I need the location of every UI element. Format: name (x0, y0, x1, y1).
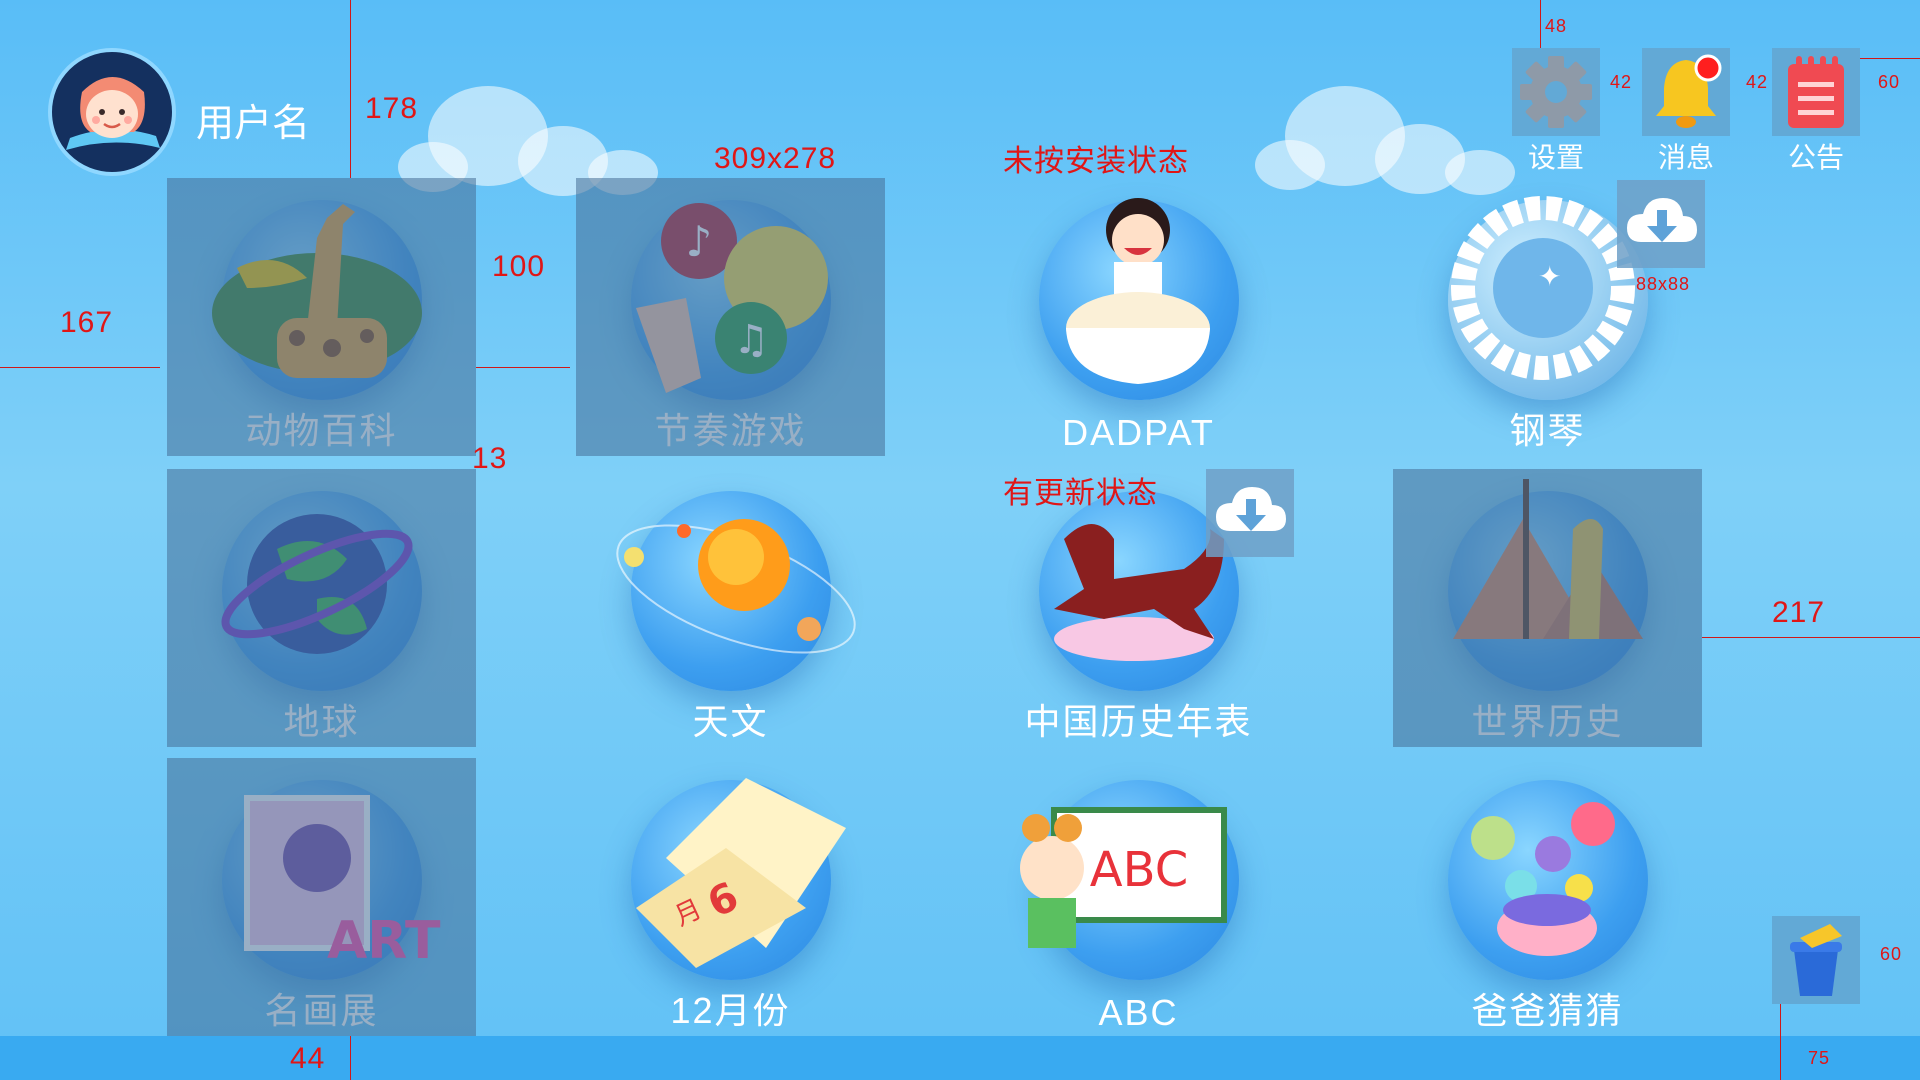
annotation-col-gap: 100 (492, 250, 546, 283)
svg-text:✦: ✦ (1538, 260, 1561, 293)
annotation-bin-right: 60 (1880, 944, 1903, 964)
globe-icon (221, 514, 413, 654)
annotation-icon-gap-1: 42 (1610, 72, 1633, 92)
svg-text:ABC: ABC (1090, 842, 1188, 898)
cloud-download-icon (1216, 487, 1286, 531)
guide-line (1540, 0, 1541, 48)
bell-icon (1656, 54, 1722, 128)
app-tile-animals[interactable]: 动物百科 (167, 178, 476, 456)
guide-line (476, 367, 570, 368)
annotation-bin-bottom: 75 (1808, 1048, 1831, 1068)
notice-button[interactable] (1772, 48, 1860, 136)
annotation-tile-size: 309x278 (714, 142, 837, 175)
settings-label: 设置 (1527, 142, 1584, 173)
app-tile-guess[interactable]: 爸爸猜猜 (1393, 758, 1702, 1036)
app-label: 12月份 (670, 990, 791, 1031)
annotation-right-top: 60 (1878, 72, 1901, 92)
pyramid-icon (1453, 479, 1643, 639)
settings-button[interactable] (1512, 48, 1600, 136)
cloud-left (398, 84, 668, 196)
app-label: 节奏游戏 (654, 410, 807, 451)
svg-text:ART: ART (327, 911, 441, 971)
app-tile-abc[interactable]: ABC ABC (984, 758, 1293, 1036)
svg-text:♪: ♪ (686, 217, 713, 266)
app-label: 钢琴 (1509, 410, 1586, 451)
annotation-avatar-gap: 178 (365, 92, 419, 125)
annotation-has-update: 有更新状态 (1003, 477, 1158, 510)
annotation-left-margin: 167 (60, 306, 114, 339)
app-label: 天文 (692, 701, 769, 742)
annotation-not-installed: 未按安装状态 (1003, 145, 1189, 178)
app-tile-rhythm[interactable]: ♪ ♫ 节奏游戏 (576, 178, 885, 456)
app-tile-astronomy[interactable]: 天文 (576, 469, 885, 747)
cloud-right (1255, 84, 1525, 195)
app-label: 爸爸猜猜 (1471, 990, 1624, 1031)
app-tile-months[interactable]: 6 月 12月份 (576, 758, 885, 1036)
gear-icon (1520, 56, 1592, 128)
guide-line (350, 0, 351, 178)
user-avatar[interactable] (48, 48, 176, 176)
svg-text:♫: ♫ (733, 317, 769, 363)
unread-badge (1694, 54, 1722, 82)
app-tile-world-history[interactable]: 世界历史 (1393, 469, 1702, 747)
annotation-download-size: 88x88 (1636, 274, 1691, 294)
annotation-top-margin: 48 (1545, 16, 1568, 36)
guide-line (1780, 1004, 1781, 1080)
trash-icon (1790, 924, 1842, 996)
notice-icon (1788, 56, 1844, 128)
giraffe-icon (212, 204, 422, 378)
app-label: 地球 (283, 701, 360, 742)
annotation-row-gap: 13 (472, 442, 508, 475)
app-tile-dadpat[interactable]: DADPAT (984, 178, 1293, 456)
guide-line (1860, 58, 1920, 59)
app-label: 名画展 (264, 990, 379, 1031)
recycle-bin-button[interactable] (1772, 916, 1860, 1004)
download-button[interactable] (1617, 180, 1705, 268)
app-label: 中国历史年表 (1024, 701, 1253, 742)
messages-button[interactable] (1642, 48, 1730, 136)
app-tile-piano[interactable]: ✦ 钢琴 (1393, 178, 1705, 456)
app-label: ABC (1098, 992, 1179, 1033)
app-tile-art-gallery[interactable]: ART 名画展 (167, 758, 476, 1036)
bottom-bar (0, 1036, 1920, 1080)
messages-label: 消息 (1657, 142, 1714, 173)
girl-avatar-icon (54, 54, 170, 170)
update-button[interactable] (1206, 469, 1294, 557)
guide-line (350, 1036, 351, 1080)
app-label: 动物百科 (245, 410, 398, 451)
annotation-icon-gap-2: 42 (1746, 72, 1769, 92)
annotation-bottom-margin: 44 (290, 1042, 326, 1075)
annotation-right-margin: 217 (1772, 596, 1826, 629)
app-label: 世界历史 (1471, 701, 1624, 742)
guide-line (1702, 637, 1920, 638)
cloud-download-icon (1627, 198, 1697, 242)
music-icon: ♪ ♫ (636, 203, 828, 393)
app-label: DADPAT (1062, 412, 1215, 453)
app-tile-earth[interactable]: 地球 (167, 469, 476, 747)
art-icon: ART (244, 795, 441, 971)
guide-line (0, 367, 160, 368)
notice-label: 公告 (1787, 142, 1844, 173)
username: 用户名 (196, 103, 311, 145)
